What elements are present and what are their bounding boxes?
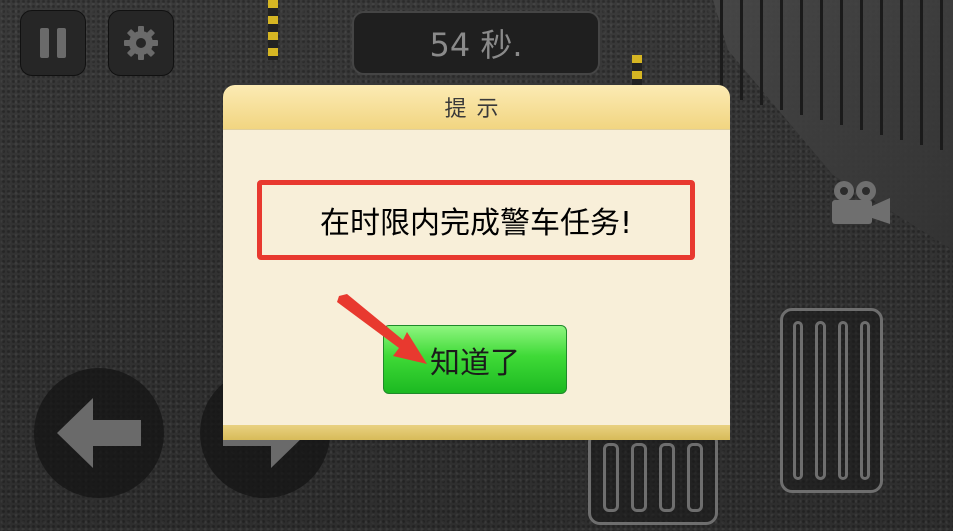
countdown-timer: 54 秒. xyxy=(352,11,600,75)
brake-pedal[interactable] xyxy=(588,430,718,525)
settings-button[interactable] xyxy=(108,10,174,76)
pedal-groove xyxy=(815,321,826,480)
tip-dialog: 提示 在时限内完成警车任务! 知道了 xyxy=(223,85,730,440)
pedal-groove xyxy=(859,321,870,480)
gas-pedal-icon xyxy=(793,321,804,480)
traffic-pole xyxy=(268,0,278,60)
dialog-title: 提示 xyxy=(223,85,730,129)
steer-left-button[interactable] xyxy=(34,368,164,498)
dialog-message: 在时限内完成警车任务! xyxy=(257,180,695,260)
camera-icon xyxy=(832,181,890,224)
pause-icon xyxy=(40,28,66,58)
gear-icon xyxy=(124,26,158,60)
camera-button[interactable] xyxy=(824,178,892,228)
pedal-groove xyxy=(659,443,675,512)
pointer-arrow-icon xyxy=(337,294,427,364)
arrow-left-icon xyxy=(57,398,141,468)
traffic-pole xyxy=(632,55,642,85)
gas-pedal[interactable] xyxy=(780,308,883,493)
pedal-groove xyxy=(837,321,848,480)
pause-button[interactable] xyxy=(20,10,86,76)
iron-fence xyxy=(713,0,953,150)
pedal-groove xyxy=(631,443,647,512)
brake-pedal-icon xyxy=(603,443,619,512)
dialog-footer xyxy=(223,425,730,440)
pedal-groove xyxy=(687,443,703,512)
